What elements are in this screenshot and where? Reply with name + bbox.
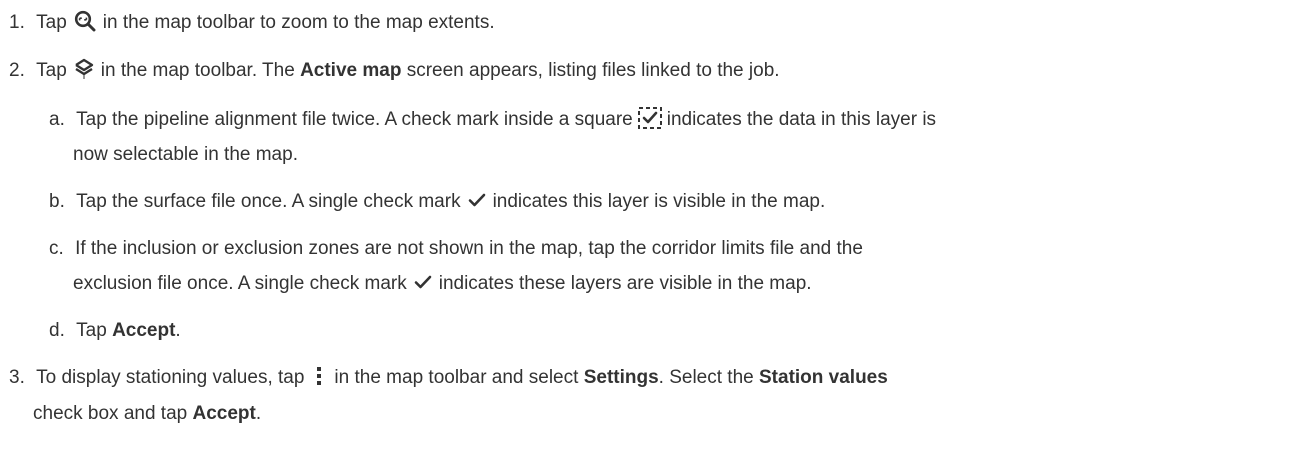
- instruction-list: 1. Tap in the map toolbar to zoom to the…: [0, 0, 1298, 457]
- substep-c-continuation: exclusion file once. A single check mark…: [73, 273, 812, 295]
- substep-text: indicates this layer is visible in the m…: [492, 191, 826, 212]
- step-text: in the map toolbar to zoom to the map ex…: [102, 12, 495, 34]
- substep-letter: c.: [49, 238, 64, 259]
- substep-a: a. Tap the pipeline alignment file twice…: [49, 106, 937, 132]
- step-1: 1. Tap in the map toolbar to zoom to the…: [9, 10, 495, 34]
- substep-c: c. If the inclusion or exclusion zones a…: [49, 238, 863, 260]
- accept-label: Accept: [192, 403, 256, 424]
- step-text: check box and tap: [33, 403, 188, 424]
- step-text: in the map toolbar and select: [334, 367, 579, 389]
- layers-icon: [74, 58, 94, 80]
- dashed-checkbox-icon: [637, 106, 663, 130]
- check-mark-icon: [414, 274, 432, 290]
- substep-text: Tap: [76, 320, 107, 341]
- substep-text: If the inclusion or exclusion zones are …: [75, 238, 863, 259]
- substep-letter: a.: [49, 109, 65, 131]
- substep-text: exclusion file once. A single check mark: [73, 273, 407, 294]
- substep-text: indicates these layers are visible in th…: [438, 273, 812, 294]
- step-text: To display stationing values, tap: [36, 367, 305, 389]
- substep-text: Tap the surface file once. A single chec…: [76, 191, 461, 212]
- step-text: Tap: [36, 60, 67, 82]
- step-number: 1.: [9, 12, 25, 34]
- substep-a-continuation: now selectable in the map.: [73, 144, 298, 166]
- check-mark-icon: [468, 192, 486, 208]
- step-number: 3.: [9, 367, 25, 389]
- substep-text: now selectable in the map.: [73, 144, 298, 165]
- step-text: .: [255, 403, 262, 424]
- substep-text: indicates the data in this layer is: [666, 109, 937, 131]
- step-text: in the map toolbar. The: [100, 60, 295, 82]
- accept-label: Accept: [112, 320, 176, 341]
- station-values-label: Station values: [759, 367, 888, 389]
- settings-label: Settings: [583, 367, 659, 389]
- substep-d: d. Tap Accept.: [49, 320, 181, 342]
- active-map-label: Active map: [300, 60, 402, 82]
- step-3-continuation: check box and tap Accept.: [33, 403, 261, 425]
- substep-letter: b.: [49, 191, 65, 212]
- step-text: Tap: [36, 12, 67, 34]
- substep-text: Tap the pipeline alignment file twice. A…: [76, 109, 633, 131]
- substep-b: b. Tap the surface file once. A single c…: [49, 191, 825, 213]
- more-vertical-icon: [316, 365, 322, 387]
- zoom-extents-icon: [74, 10, 96, 32]
- substep-text: .: [175, 320, 181, 341]
- step-2: 2. Tap in the map toolbar. The Active ma…: [9, 58, 780, 82]
- substep-letter: d.: [49, 320, 65, 341]
- step-text: . Select the: [658, 367, 754, 389]
- step-3: 3. To display stationing values, tap in …: [9, 367, 888, 389]
- step-number: 2.: [9, 60, 25, 82]
- step-text: screen appears, listing files linked to …: [406, 60, 780, 82]
